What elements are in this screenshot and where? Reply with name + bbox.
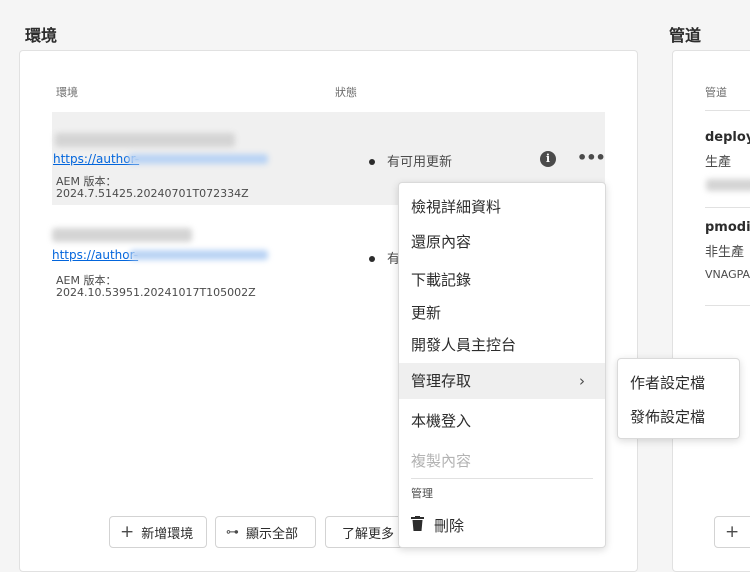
info-icon[interactable]: i	[540, 151, 556, 167]
trash-icon	[411, 516, 424, 535]
menu-item-delete[interactable]: 刪除	[399, 515, 605, 536]
environments-title: 環境	[25, 26, 58, 45]
environment-url-link[interactable]: https://author-	[53, 152, 139, 166]
environment-status: 有	[369, 248, 400, 267]
environment-name-redacted	[55, 133, 235, 147]
menu-item-manage-access[interactable]: 管理存取 ›	[399, 363, 605, 399]
hierarchy-icon: ⊶	[226, 524, 239, 540]
menu-item-download-logs[interactable]: 下載記錄	[399, 269, 605, 290]
pipelines-title: 管道	[669, 26, 702, 45]
menu-item-developer-console[interactable]: 開發人員主控台	[399, 334, 605, 355]
pipeline-name[interactable]: deploy	[705, 130, 750, 145]
chevron-right-icon: ›	[579, 372, 585, 390]
pipeline-extra: VNAGPA	[705, 268, 750, 281]
environment-name-redacted	[52, 228, 192, 242]
column-header-pipeline: 管道	[705, 86, 727, 99]
status-dot-icon	[369, 255, 375, 262]
more-actions-icon[interactable]: •••	[577, 148, 606, 167]
pipeline-type: 非生產	[705, 245, 745, 260]
column-header-status: 狀態	[335, 86, 357, 99]
menu-item-copy-content: 複製內容	[411, 452, 472, 470]
manage-access-submenu: 作者設定檔 發佈設定檔	[617, 358, 740, 439]
submenu-item-author-profile[interactable]: 作者設定檔	[618, 372, 739, 393]
environment-url-redacted	[128, 154, 268, 164]
menu-section-manage: 管理	[411, 487, 433, 500]
aem-version-value: 2024.7.51425.20240701T072334Z	[56, 187, 249, 200]
plus-icon: +	[725, 522, 740, 542]
menu-item-restore-content[interactable]: 還原內容	[399, 231, 605, 252]
aem-version-value: 2024.10.53951.20241017T105002Z	[56, 286, 256, 299]
pipeline-redacted	[706, 179, 750, 191]
add-pipeline-button[interactable]: +	[714, 516, 750, 548]
pipelines-card: 管道 deploy 生產 pmodi- 非生產 VNAGPA	[672, 50, 750, 572]
menu-item-update[interactable]: 更新	[399, 302, 605, 323]
menu-item-view-details[interactable]: 檢視詳細資料	[399, 196, 605, 217]
column-header-environment: 環境	[56, 86, 78, 99]
pipeline-name[interactable]: pmodi-	[705, 220, 750, 235]
show-all-button[interactable]: ⊶ 顯示全部	[215, 516, 316, 548]
environment-status: 有可用更新	[369, 151, 452, 170]
context-menu: 檢視詳細資料 還原內容 下載記錄 更新 開發人員主控台 管理存取 › 本機登入 …	[398, 182, 606, 548]
environment-url-redacted	[130, 250, 268, 260]
environment-url-link[interactable]: https://author-	[52, 248, 138, 262]
menu-item-local-login[interactable]: 本機登入	[399, 410, 605, 431]
submenu-item-publish-profile[interactable]: 發佈設定檔	[618, 406, 739, 427]
add-environment-button[interactable]: + 新增環境	[109, 516, 207, 548]
plus-icon: +	[120, 522, 135, 542]
status-dot-icon	[369, 158, 375, 165]
pipeline-type: 生產	[705, 155, 732, 170]
